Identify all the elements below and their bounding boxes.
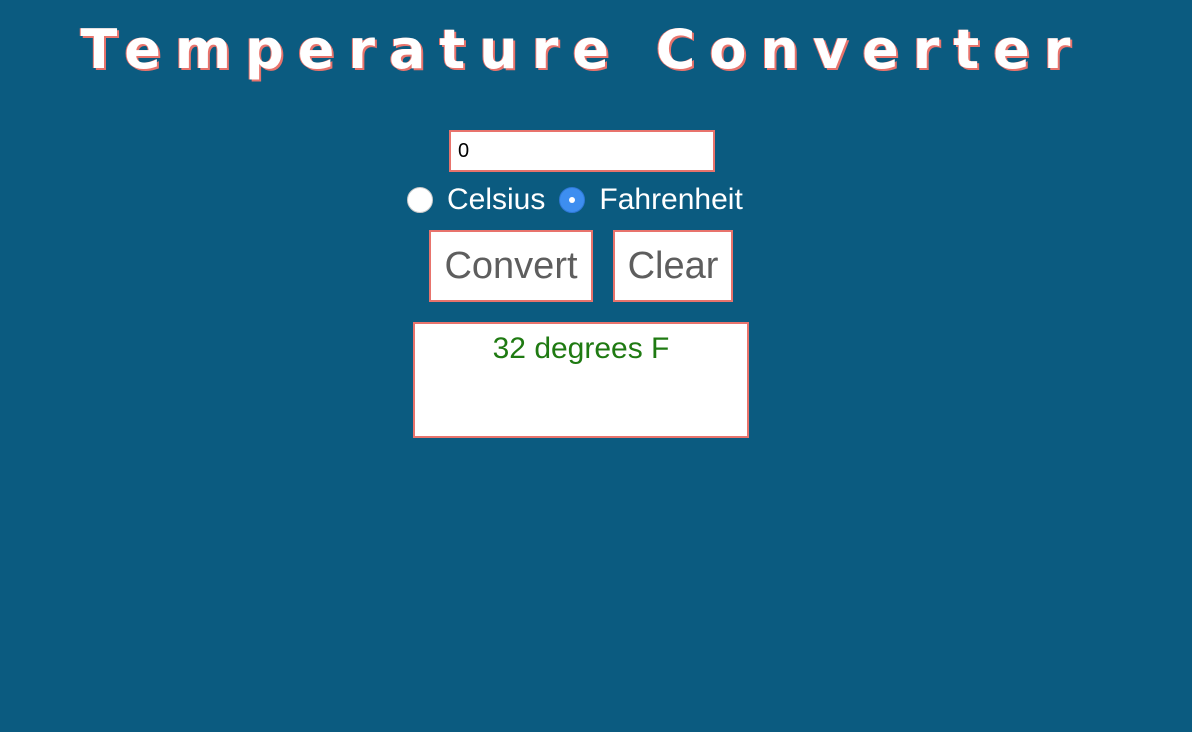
convert-button[interactable]: Convert — [429, 230, 593, 302]
fahrenheit-label[interactable]: Fahrenheit — [599, 183, 742, 217]
celsius-radio[interactable] — [407, 187, 433, 213]
temperature-input[interactable] — [449, 130, 715, 172]
result-text: 32 degrees F — [492, 332, 670, 365]
celsius-label[interactable]: Celsius — [447, 183, 545, 217]
clear-button[interactable]: Clear — [613, 230, 733, 302]
unit-radio-group: Celsius Fahrenheit — [407, 182, 757, 218]
fahrenheit-radio[interactable] — [559, 187, 586, 213]
result-box: 32 degrees F — [413, 322, 749, 438]
page-title: Temperature Converter — [80, 18, 1085, 81]
